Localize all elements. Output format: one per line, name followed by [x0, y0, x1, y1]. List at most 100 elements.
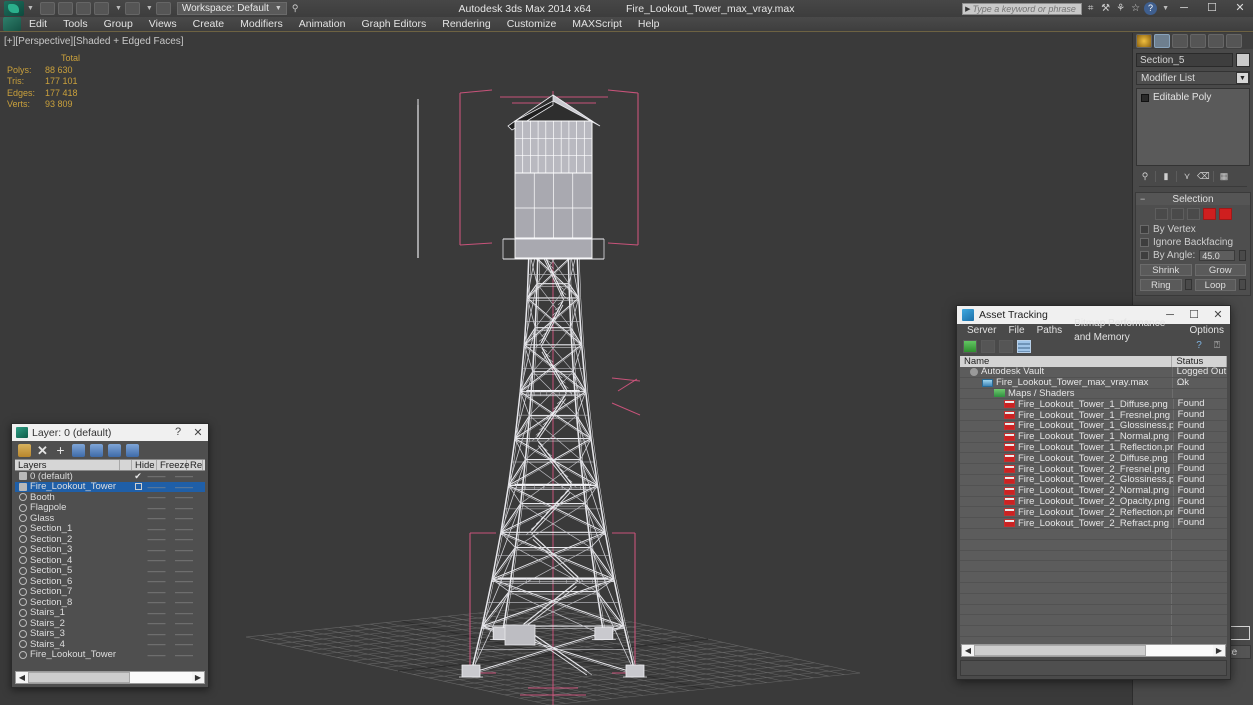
delete-layer-icon[interactable]: ✕: [36, 444, 49, 457]
layer-row[interactable]: Section_1 —— ——: [15, 523, 205, 534]
asset-row[interactable]: Fire_Lookout_Tower_max_vray.max Ok: [960, 377, 1227, 389]
polygon-sub-object-icon[interactable]: [1202, 208, 1216, 220]
ring-spinner[interactable]: [1184, 279, 1192, 290]
layer-hide-cell[interactable]: ——: [144, 576, 169, 586]
layer-row-name-cell[interactable]: Glass: [15, 513, 132, 524]
asset-row-name-cell[interactable]: Fire_Lookout_Tower_2_Reflection.png: [960, 507, 1174, 518]
layer-row[interactable]: Section_3 —— ——: [15, 544, 205, 555]
pin-stack-icon[interactable]: ⚲: [1139, 170, 1151, 182]
asset-close-button[interactable]: ✕: [1206, 306, 1230, 324]
freeze-unfreeze-layer-icon[interactable]: [126, 443, 139, 457]
layer-hide-cell[interactable]: ——: [144, 629, 169, 639]
asset-menu-server[interactable]: Server: [961, 324, 1002, 338]
scroll-track[interactable]: [28, 672, 192, 683]
minimize-button[interactable]: ─: [1171, 0, 1197, 17]
hide-unhide-layer-icon[interactable]: [108, 443, 121, 457]
asset-menu-options[interactable]: Options: [1184, 324, 1230, 338]
scroll-thumb[interactable]: [974, 645, 1147, 656]
layer-hide-cell[interactable]: ——: [144, 482, 169, 492]
tab-create-icon[interactable]: [1136, 34, 1152, 48]
layer-hide-cell[interactable]: ——: [144, 618, 169, 628]
asset-list-horizontal-scrollbar[interactable]: ◀ ▶: [961, 644, 1226, 657]
layer-column-hide[interactable]: Hide: [132, 460, 157, 471]
layer-hide-cell[interactable]: ——: [144, 608, 169, 618]
layer-hide-cell[interactable]: ——: [144, 650, 169, 660]
layer-row[interactable]: Section_2 —— ——: [15, 534, 205, 545]
layer-row-name-cell[interactable]: Section_6: [15, 576, 132, 587]
layer-row[interactable]: Section_8 —— ——: [15, 597, 205, 608]
modifier-list-dropdown[interactable]: Modifier List ▼: [1136, 71, 1250, 85]
help-icon[interactable]: ?: [1144, 2, 1158, 15]
by-vertex-checkbox[interactable]: [1140, 225, 1149, 234]
asset-row-name-cell[interactable]: Fire_Lookout_Tower_1_Normal.png: [960, 431, 1174, 442]
asset-row-name-cell[interactable]: Fire_Lookout_Tower_2_Fresnel.png: [960, 464, 1174, 474]
layer-freeze-cell[interactable]: ——: [169, 566, 199, 576]
layer-column-render[interactable]: Rе: [187, 460, 203, 471]
asset-row-name-cell[interactable]: Fire_Lookout_Tower_1_Diffuse.png: [960, 399, 1174, 410]
layer-row[interactable]: Section_5 —— ——: [15, 565, 205, 576]
layer-row[interactable]: Stairs_2 —— ——: [15, 618, 205, 629]
asset-column-status[interactable]: Status: [1172, 356, 1227, 367]
remove-modifier-icon[interactable]: ⌫: [1197, 170, 1210, 182]
layer-freeze-cell[interactable]: ——: [169, 503, 199, 513]
layer-row-name-cell[interactable]: Section_5: [15, 565, 132, 576]
shrink-button[interactable]: Shrink: [1140, 264, 1192, 276]
layer-row-name-cell[interactable]: Fire_Lookout_Tower: [15, 481, 132, 492]
asset-row-name-cell[interactable]: Fire_Lookout_Tower_1_Fresnel.png: [960, 410, 1174, 420]
make-unique-icon[interactable]: ⋎: [1181, 170, 1193, 182]
scroll-right-icon[interactable]: ▶: [192, 673, 204, 682]
asset-row-name-cell[interactable]: Fire_Lookout_Tower_2_Normal.png: [960, 485, 1174, 496]
layer-row-name-cell[interactable]: Stairs_1: [15, 607, 132, 618]
select-objects-in-layer-icon[interactable]: [72, 443, 85, 457]
layer-row[interactable]: Section_6 —— ——: [15, 576, 205, 587]
layer-row[interactable]: Stairs_1 —— ——: [15, 607, 205, 618]
asset-info-icon[interactable]: ⍰: [1210, 339, 1224, 353]
layer-freeze-cell[interactable]: ——: [169, 639, 199, 649]
by-angle-row[interactable]: By Angle: 45.0: [1140, 250, 1246, 261]
asset-row-name-cell[interactable]: Fire_Lookout_Tower_2_Diffuse.png: [960, 453, 1174, 464]
asset-row-name-cell[interactable]: Fire_Lookout_Tower_1_Glossiness.png: [960, 420, 1174, 431]
edge-sub-object-icon[interactable]: [1170, 208, 1184, 220]
layer-row[interactable]: Glass —— ——: [15, 513, 205, 524]
menu-item-maxscript[interactable]: MAXScript: [564, 17, 630, 32]
asset-row-name-cell[interactable]: Fire_Lookout_Tower_2_Opacity.png: [960, 496, 1174, 507]
asset-row-name-cell[interactable]: Fire_Lookout_Tower_2_Glossiness.png: [960, 474, 1174, 485]
layer-row[interactable]: 0 (default) ✔ —— ——: [15, 471, 205, 482]
layer-column-layers[interactable]: Layers: [15, 460, 120, 471]
layer-row[interactable]: Fire_Lookout_Tower —— ——: [15, 649, 205, 660]
layer-row[interactable]: Stairs_3 —— ——: [15, 628, 205, 639]
wrench-icon[interactable]: ⚒: [1099, 2, 1112, 15]
menu-item-help[interactable]: Help: [630, 17, 668, 32]
asset-list[interactable]: Autodesk Vault Logged Out ... Fire_Lookout…: [960, 367, 1227, 647]
asset-row-name-cell[interactable]: Autodesk Vault: [960, 367, 1173, 377]
stack-item-editable-poly[interactable]: Editable Poly: [1139, 91, 1247, 104]
layer-freeze-cell[interactable]: ——: [169, 482, 199, 492]
object-name-field[interactable]: Section_5: [1136, 53, 1233, 67]
layer-checkbox[interactable]: [134, 482, 142, 490]
layer-row[interactable]: Flagpole —— ——: [15, 502, 205, 513]
layer-row-name-cell[interactable]: Stairs_2: [15, 618, 132, 629]
layer-freeze-cell[interactable]: ——: [169, 545, 199, 555]
asset-row[interactable]: Fire_Lookout_Tower_2_Refract.png Found: [960, 517, 1227, 529]
modifier-stack[interactable]: Editable Poly: [1136, 88, 1250, 166]
rollout-collapse-icon[interactable]: −: [1140, 194, 1145, 204]
layer-row-name-cell[interactable]: Fire_Lookout_Tower: [15, 649, 132, 660]
asset-tracking-dialog[interactable]: Asset Tracking ─ ☐ ✕ Server File Paths B…: [956, 305, 1231, 680]
menu-item-customize[interactable]: Customize: [499, 17, 565, 32]
layer-freeze-cell[interactable]: ——: [169, 471, 199, 481]
search-input[interactable]: [972, 3, 1082, 14]
binoculars-icon[interactable]: ⌗: [1084, 2, 1097, 15]
maximize-button[interactable]: ☐: [1199, 0, 1225, 17]
help-chevron-down-icon[interactable]: ▼: [1162, 5, 1169, 12]
layer-row-name-cell[interactable]: Section_1: [15, 523, 132, 534]
layer-hide-cell[interactable]: ——: [144, 555, 169, 565]
layer-freeze-cell[interactable]: ——: [169, 492, 199, 502]
tab-hierarchy-icon[interactable]: [1172, 34, 1188, 48]
layer-dialog-close-button[interactable]: ✕: [188, 426, 208, 439]
layer-hide-cell[interactable]: ——: [144, 513, 169, 523]
by-angle-value[interactable]: 45.0: [1199, 250, 1235, 261]
layer-freeze-cell[interactable]: ——: [169, 629, 199, 639]
layer-row-name-cell[interactable]: Section_2: [15, 534, 132, 545]
connect-icon[interactable]: ⚘: [1114, 2, 1127, 15]
by-angle-spinner[interactable]: [1239, 250, 1246, 261]
